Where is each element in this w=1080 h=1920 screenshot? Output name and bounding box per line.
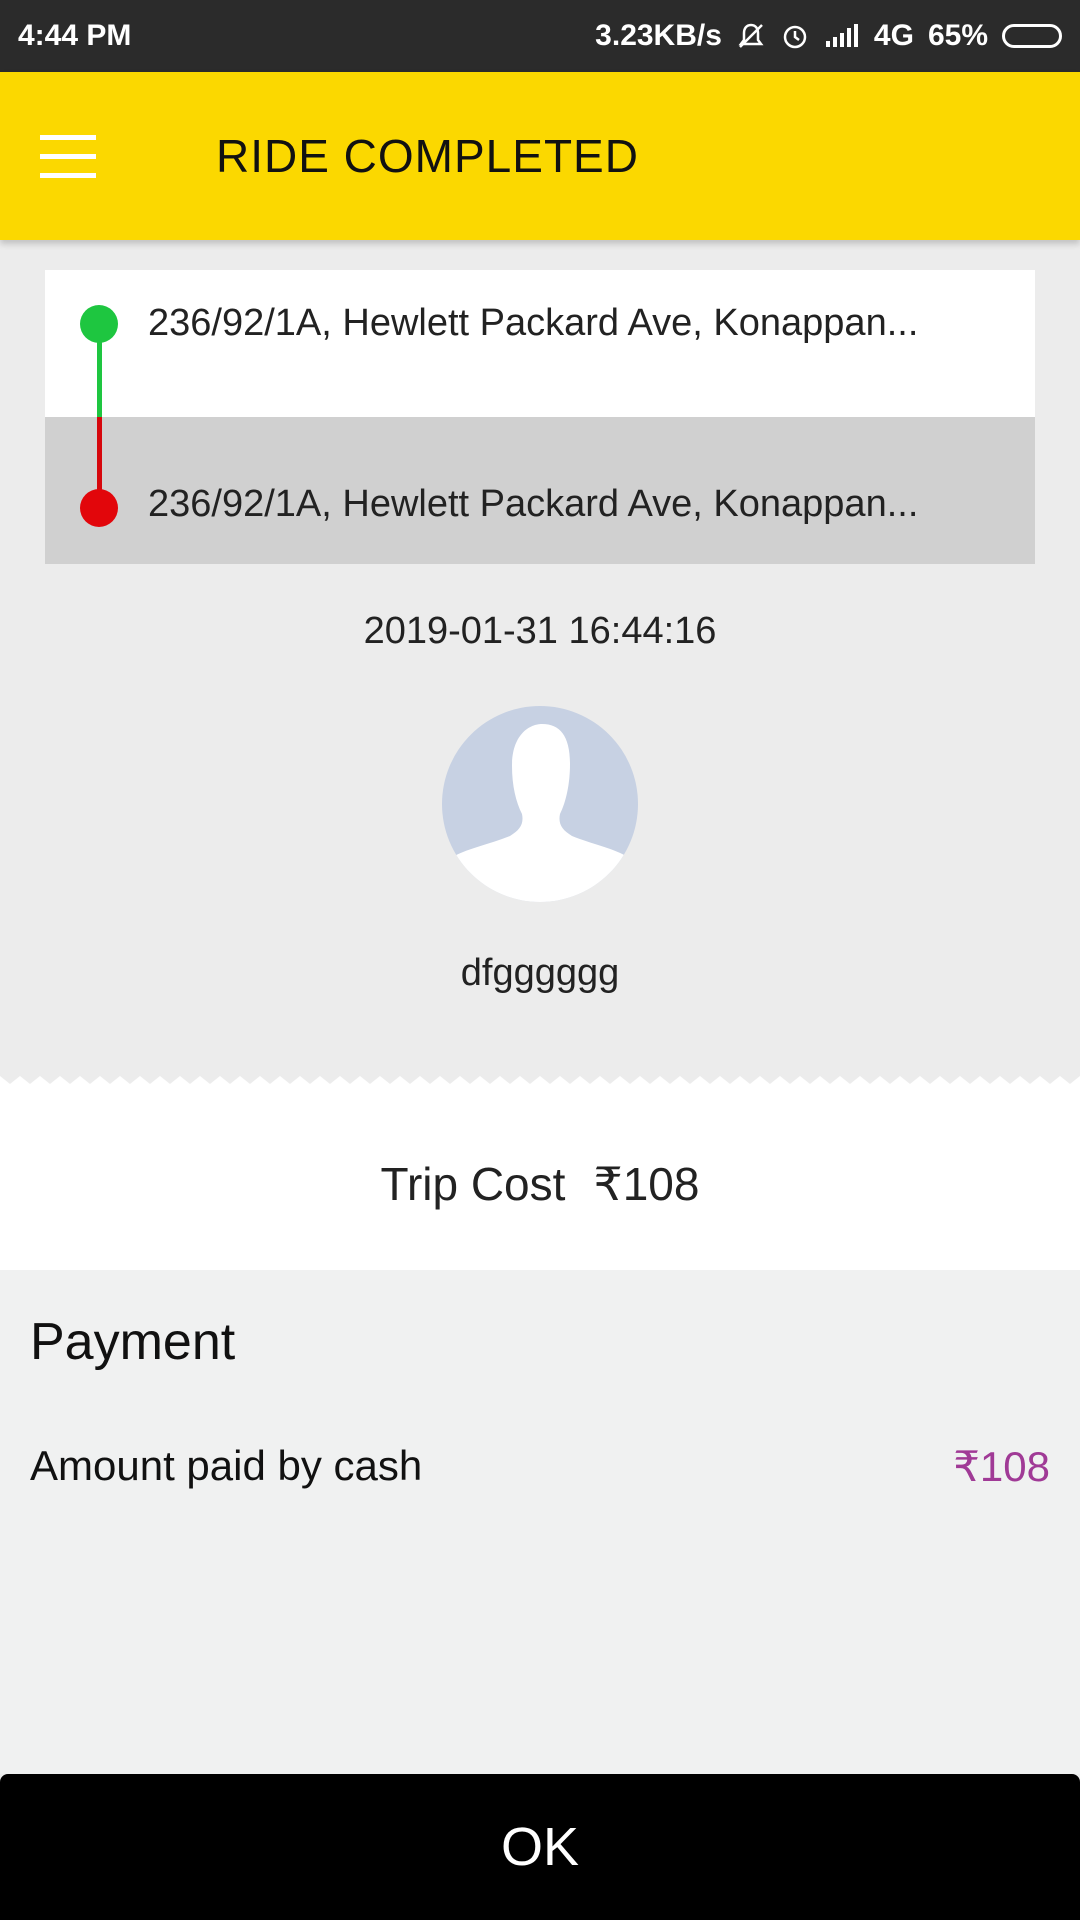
ok-button[interactable]: OK <box>0 1774 1080 1920</box>
drop-address: 236/92/1A, Hewlett Packard Ave, Konappan… <box>148 483 919 525</box>
status-bar: 4:44 PM 3.23KB/s 4G 65% <box>0 0 1080 72</box>
status-time: 4:44 PM <box>18 19 132 52</box>
mute-icon <box>736 21 766 51</box>
payment-amount: ₹108 <box>953 1443 1050 1490</box>
pickup-marker-icon <box>80 305 118 343</box>
drop-marker-icon <box>80 489 118 527</box>
trip-cost-section: Trip Cost ₹108 <box>0 1098 1080 1270</box>
menu-icon-line <box>40 153 96 159</box>
payment-method-label: Amount paid by cash <box>30 1442 423 1489</box>
route-card: 236/92/1A, Hewlett Packard Ave, Konappan… <box>45 270 1035 564</box>
menu-icon-line <box>40 172 96 178</box>
trip-cost-amount: ₹108 <box>593 1158 700 1210</box>
trip-cost-label: Trip Cost <box>380 1158 566 1210</box>
person-silhouette-icon <box>442 724 638 902</box>
rider-name: dfgggggg <box>460 952 620 994</box>
battery-icon <box>1002 24 1062 48</box>
avatar <box>442 706 638 902</box>
menu-button[interactable] <box>40 111 130 201</box>
pickup-address: 236/92/1A, Hewlett Packard Ave, Konappan… <box>148 302 919 344</box>
network-speed: 3.23KB/s <box>595 19 722 52</box>
battery-percent: 65% <box>927 19 988 52</box>
network-type: 4G <box>873 19 914 52</box>
menu-icon-line <box>40 134 96 140</box>
ride-datetime: 2019-01-31 16:44:16 <box>363 610 717 652</box>
alarm-icon <box>780 21 810 51</box>
pickup-row: 236/92/1A, Hewlett Packard Ave, Konappan… <box>45 270 1035 417</box>
app-bar: RIDE COMPLETED <box>0 72 1080 240</box>
status-icons: 3.23KB/s 4G 65% <box>595 19 1062 53</box>
drop-row: 236/92/1A, Hewlett Packard Ave, Konappan… <box>45 417 1035 564</box>
signal-icon <box>824 23 860 49</box>
page-title: RIDE COMPLETED <box>216 130 639 182</box>
payment-section: Payment Amount paid by cash ₹108 <box>0 1270 1080 1774</box>
receipt-zigzag-edge <box>0 1076 1080 1098</box>
payment-title: Payment <box>30 1313 236 1371</box>
